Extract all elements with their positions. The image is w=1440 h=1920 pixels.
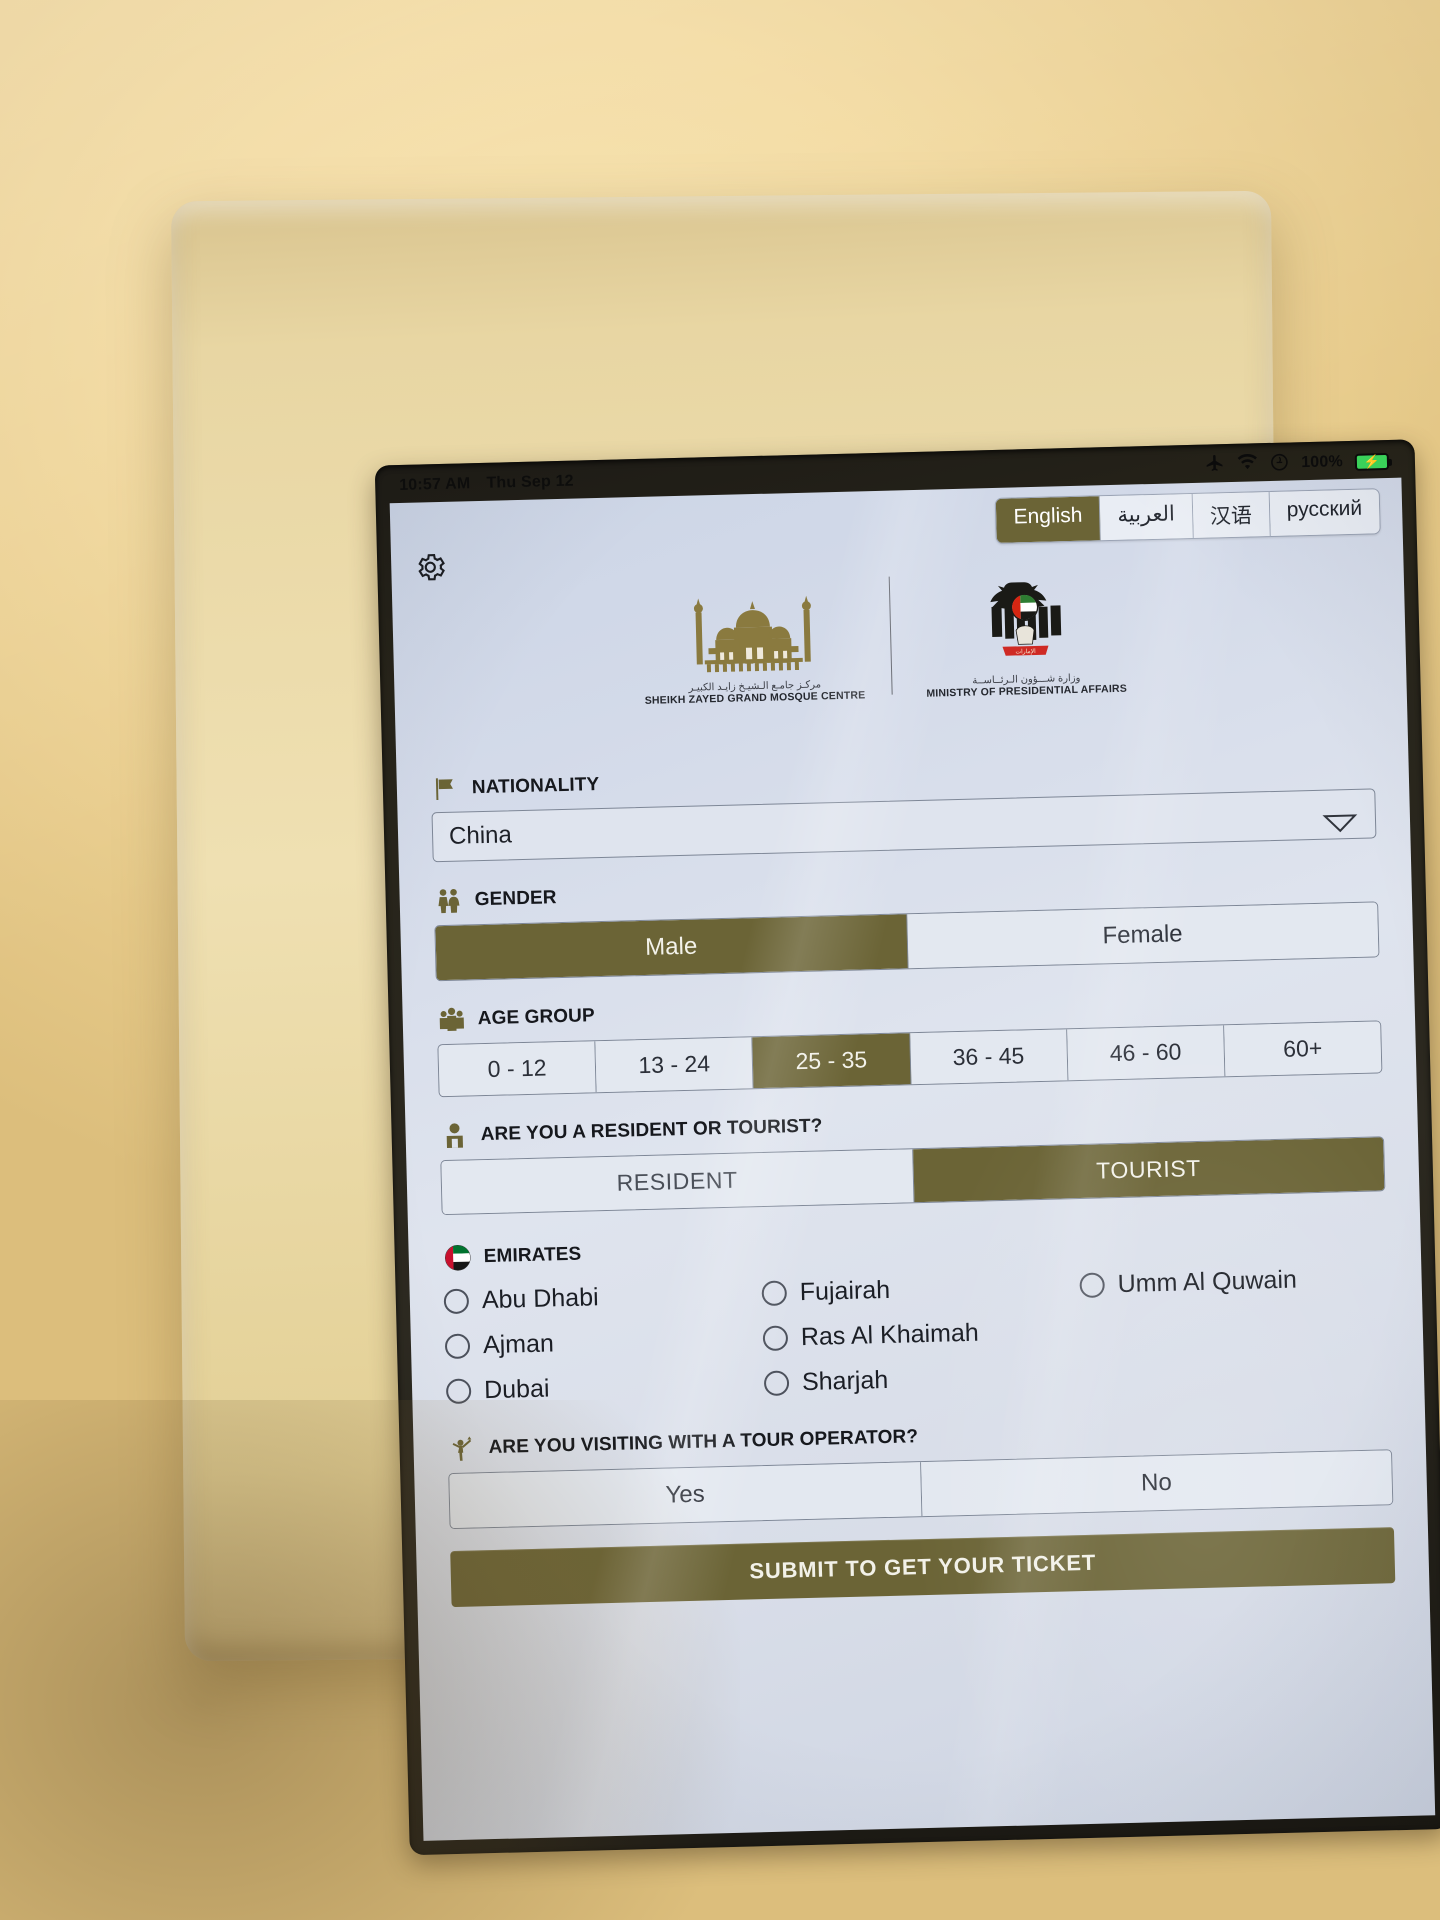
chevron-down-icon[interactable] <box>1322 805 1358 833</box>
radio-dot[interactable] <box>1079 1272 1105 1299</box>
status-bar-left: 10:57 AM Thu Sep 12 <box>399 472 575 495</box>
emirate-label: Sharjah <box>801 1365 889 1397</box>
emirate-option-ajman[interactable]: Ajman <box>444 1324 754 1361</box>
radio-dot[interactable] <box>762 1325 789 1352</box>
radio-dot[interactable] <box>443 1288 470 1315</box>
svg-text:الإمارات: الإمارات <box>1015 648 1036 656</box>
wifi-icon <box>1237 453 1259 476</box>
radio-dot[interactable] <box>761 1280 788 1307</box>
mosque-logo-english: SHEIKH ZAYED GRAND MOSQUE CENTRE <box>644 689 866 707</box>
person-icon <box>439 1120 470 1151</box>
app-screen: English العربية 汉语 русский مركـز جامـع ا… <box>389 477 1436 1841</box>
language-option-english[interactable]: English <box>996 496 1102 543</box>
radio-dot[interactable] <box>763 1370 790 1397</box>
emirates-options: Abu Dhabi Fujairah Umm Al Quwain Ajman R… <box>443 1263 1391 1406</box>
age-option-46-60[interactable]: 46 - 60 <box>1066 1025 1226 1081</box>
gender-label: GENDER <box>474 887 557 911</box>
language-option-russian[interactable]: русский <box>1269 489 1380 536</box>
emirates-label: EMIRATES <box>483 1243 582 1268</box>
mosque-silhouette-icon <box>694 595 812 673</box>
battery-charging-icon: ⚡ <box>1354 452 1390 471</box>
nationality-value: China <box>448 821 513 850</box>
status-bar-right: 100% ⚡ <box>1205 449 1390 478</box>
uae-flag-icon <box>442 1242 473 1273</box>
group-of-people-icon <box>436 1004 467 1035</box>
emirate-label: Umm Al Quwain <box>1117 1265 1298 1299</box>
emirate-label: Ras Al Khaimah <box>800 1318 980 1352</box>
language-option-arabic[interactable]: العربية <box>1099 493 1194 541</box>
ministry-logo-english: MINISTRY OF PRESIDENTIAL AFFAIRS <box>926 682 1128 700</box>
nationality-label: NATIONALITY <box>471 774 600 799</box>
age-option-36-45[interactable]: 36 - 45 <box>909 1029 1069 1085</box>
field-emirates: EMIRATES Abu Dhabi Fujairah Umm Al Quwai… <box>442 1219 1390 1406</box>
flag-icon <box>431 774 462 805</box>
emirate-option-umm-al-quwain[interactable]: Umm Al Quwain <box>1079 1263 1388 1300</box>
emirates-grid-spacer <box>1080 1308 1389 1345</box>
emirate-label: Ajman <box>482 1329 555 1360</box>
radio-dot[interactable] <box>444 1333 471 1360</box>
radio-dot[interactable] <box>445 1378 472 1405</box>
logo-divider <box>888 576 893 695</box>
do-not-disturb-icon <box>1270 452 1290 475</box>
uae-falcon-emblem-icon: الإمارات <box>990 582 1062 656</box>
tour-guide-icon <box>447 1433 478 1464</box>
resident-tourist-label: ARE YOU A RESIDENT OR TOURIST? <box>480 1115 823 1146</box>
age-option-60-plus[interactable]: 60+ <box>1224 1021 1382 1077</box>
visitor-form: NATIONALITY China GENDER Male Female AGE… <box>431 750 1396 1608</box>
battery-percent: 100% <box>1300 453 1344 472</box>
emirate-label: Abu Dhabi <box>481 1283 599 1315</box>
status-time: 10:57 AM <box>399 475 471 495</box>
kiosk-photo-scene: 10:57 AM Thu Sep 12 100% ⚡ English العرب… <box>0 0 1440 1920</box>
emirate-option-fujairah[interactable]: Fujairah <box>761 1271 1070 1308</box>
age-group-label: AGE GROUP <box>477 1005 595 1030</box>
tour-operator-label: ARE YOU VISITING WITH A TOUR OPERATOR? <box>488 1426 919 1459</box>
tour-operator-options[interactable]: Yes No <box>448 1449 1394 1530</box>
emirate-label: Dubai <box>483 1374 550 1405</box>
age-option-25-35[interactable]: 25 - 35 <box>752 1033 912 1089</box>
emirate-option-abu-dhabi[interactable]: Abu Dhabi <box>443 1279 753 1316</box>
emirate-label: Fujairah <box>799 1275 891 1307</box>
tour-operator-option-no[interactable]: No <box>920 1450 1393 1517</box>
language-option-chinese[interactable]: 汉语 <box>1192 491 1271 538</box>
tablet-bezel: 10:57 AM Thu Sep 12 100% ⚡ English العرب… <box>374 439 1440 1856</box>
ministry-logo: الإمارات وزارة شـــؤون الـرئــاســة MINI… <box>923 572 1127 700</box>
tour-operator-option-yes[interactable]: Yes <box>449 1462 922 1529</box>
language-selector[interactable]: English العربية 汉语 русский <box>995 488 1381 544</box>
gear-icon[interactable] <box>413 550 448 585</box>
kiosk-housing: 10:57 AM Thu Sep 12 100% ⚡ English العرب… <box>171 190 1440 1856</box>
male-female-icon <box>433 886 464 917</box>
age-option-13-24[interactable]: 13 - 24 <box>595 1037 754 1093</box>
airplane-mode-icon <box>1205 453 1226 477</box>
submit-button[interactable]: SUBMIT TO GET YOUR TICKET <box>450 1527 1396 1608</box>
emirate-option-ras-al-khaimah[interactable]: Ras Al Khaimah <box>762 1316 1072 1353</box>
mosque-logo: مركـز جامـع الـشيـخ زايـد الكبيـر SHEIKH… <box>642 588 866 707</box>
status-date: Thu Sep 12 <box>486 472 575 492</box>
age-option-0-12[interactable]: 0 - 12 <box>438 1041 597 1097</box>
branding-logos: مركـز جامـع الـشيـخ زايـد الكبيـر SHEIKH… <box>642 571 1127 707</box>
